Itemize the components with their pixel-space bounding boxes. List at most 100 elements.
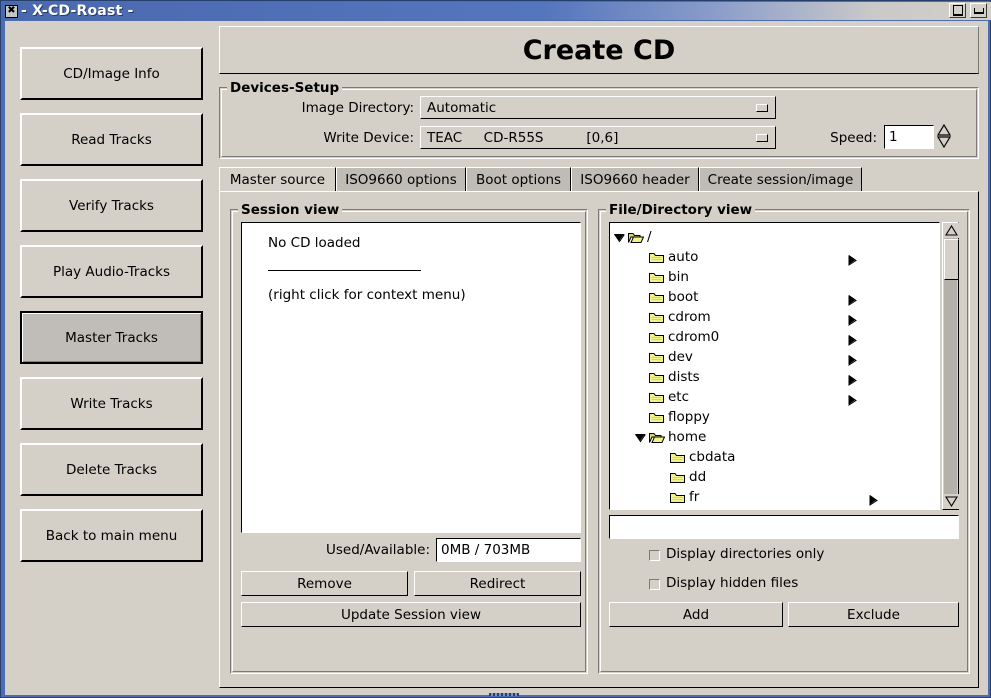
tab-create-session-image[interactable]: Create session/image bbox=[699, 167, 862, 192]
speed-stepper[interactable] bbox=[936, 124, 951, 149]
sidebar-item-verify-tracks[interactable]: Verify Tracks bbox=[20, 179, 203, 232]
close-x-icon[interactable]: ✖ bbox=[5, 4, 18, 18]
session-view-legend: Session view bbox=[238, 202, 343, 218]
tree-item[interactable]: / bbox=[614, 227, 939, 247]
tree-item[interactable]: auto bbox=[614, 247, 939, 267]
redirect-button[interactable]: Redirect bbox=[414, 571, 581, 596]
tree-item-label: dd bbox=[689, 469, 707, 485]
update-session-view-button[interactable]: Update Session view bbox=[241, 602, 581, 627]
add-button[interactable]: Add bbox=[609, 602, 783, 627]
write-device-dropdown[interactable]: TEAC CD-R55S [0,6] bbox=[420, 126, 776, 149]
display-hidden-files-checkbox[interactable] bbox=[649, 579, 660, 590]
speed-value: 1 bbox=[889, 129, 898, 145]
image-directory-label: Image Directory: bbox=[301, 100, 414, 116]
folder-icon bbox=[670, 491, 685, 503]
expander-empty bbox=[635, 412, 646, 423]
display-hidden-files-label[interactable]: Display hidden files bbox=[666, 575, 798, 591]
expander-right-icon[interactable] bbox=[847, 334, 858, 346]
tree-item[interactable]: cbdata bbox=[614, 447, 939, 467]
tree-item[interactable]: dd bbox=[614, 467, 939, 487]
scroll-up-arrow-icon[interactable] bbox=[944, 223, 959, 238]
speed-input[interactable]: 1 bbox=[884, 125, 934, 149]
image-directory-value: Automatic bbox=[427, 99, 497, 116]
resize-grip[interactable] bbox=[489, 693, 519, 696]
window-controls bbox=[949, 3, 987, 18]
sidebar-item-cd-image-info[interactable]: CD/Image Info bbox=[20, 47, 203, 100]
write-device-value: TEAC CD-R55S [0,6] bbox=[427, 129, 619, 146]
display-directories-only-checkbox[interactable] bbox=[649, 550, 660, 561]
folder-icon bbox=[649, 351, 664, 363]
sidebar-item-play-audio-tracks[interactable]: Play Audio-Tracks bbox=[20, 245, 203, 298]
devices-setup-legend: Devices-Setup bbox=[227, 80, 343, 96]
tree-item-label: / bbox=[647, 229, 652, 245]
tree-item[interactable]: dists bbox=[614, 367, 939, 387]
tree-item-label: auto bbox=[668, 249, 699, 265]
remove-button[interactable]: Remove bbox=[241, 571, 408, 596]
expander-right-icon[interactable] bbox=[847, 354, 858, 366]
folder-icon bbox=[670, 471, 685, 483]
folder-icon bbox=[649, 271, 664, 283]
tree-item[interactable]: cdrom bbox=[614, 307, 939, 327]
page-title: Create CD bbox=[219, 26, 979, 74]
tree-item-label: cdrom0 bbox=[668, 329, 720, 345]
session-list[interactable]: No CD loaded (right click for context me… bbox=[241, 222, 581, 533]
tree-scrollbar[interactable] bbox=[942, 222, 959, 510]
sidebar-item-master-tracks[interactable]: Master Tracks bbox=[20, 311, 203, 364]
sidebar-item-delete-tracks[interactable]: Delete Tracks bbox=[20, 443, 203, 496]
tab-iso9660-header[interactable]: ISO9660 header bbox=[571, 167, 699, 192]
folder-icon bbox=[649, 371, 664, 383]
scroll-down-arrow-icon[interactable] bbox=[944, 494, 959, 509]
image-directory-dropdown[interactable]: Automatic bbox=[420, 96, 776, 119]
directory-tree[interactable]: / auto bin boot cdrom cdrom0 dev dists etc floppy… bbox=[609, 222, 940, 510]
maximize-icon[interactable] bbox=[949, 3, 966, 18]
tree-item-label: dev bbox=[668, 349, 693, 365]
tree-item-label: dists bbox=[668, 369, 700, 385]
tab-boot-options[interactable]: Boot options bbox=[466, 167, 571, 192]
tree-item[interactable]: bin bbox=[614, 267, 939, 287]
tree-item-label: floppy bbox=[668, 409, 710, 425]
expander-right-icon[interactable] bbox=[847, 314, 858, 326]
folder-icon bbox=[649, 311, 664, 323]
expander-down-icon[interactable] bbox=[635, 432, 646, 443]
tree-item[interactable]: fr bbox=[614, 487, 939, 507]
expander-right-icon[interactable] bbox=[868, 494, 879, 506]
tree-item[interactable]: home bbox=[614, 427, 939, 447]
sidebar-item-read-tracks[interactable]: Read Tracks bbox=[20, 113, 203, 166]
tree-item[interactable]: dev bbox=[614, 347, 939, 367]
folder-icon bbox=[649, 391, 664, 403]
expander-down-icon[interactable] bbox=[614, 232, 625, 243]
tab-bar: Master source ISO9660 options Boot optio… bbox=[219, 167, 979, 192]
session-divider bbox=[268, 270, 421, 271]
expander-right-icon[interactable] bbox=[847, 254, 858, 266]
tab-master-source[interactable]: Master source bbox=[219, 167, 336, 192]
path-input[interactable] bbox=[609, 515, 959, 539]
write-device-label: Write Device: bbox=[323, 130, 414, 146]
folder-icon bbox=[649, 251, 664, 263]
spinner-arrows-icon bbox=[936, 124, 951, 148]
expander-right-icon[interactable] bbox=[847, 394, 858, 406]
tree-item[interactable]: floppy bbox=[614, 407, 939, 427]
sidebar-item-back-to-main-menu[interactable]: Back to main menu bbox=[20, 509, 203, 562]
folder-icon bbox=[649, 411, 664, 423]
tree-item[interactable]: etc bbox=[614, 387, 939, 407]
scroll-thumb[interactable] bbox=[944, 239, 959, 280]
tab-iso9660-options[interactable]: ISO9660 options bbox=[336, 167, 466, 192]
tree-item[interactable]: cdrom0 bbox=[614, 327, 939, 347]
window-title: - X-CD-Roast - bbox=[21, 3, 134, 19]
chevron-down-icon bbox=[756, 133, 768, 142]
sidebar-item-write-tracks[interactable]: Write Tracks bbox=[20, 377, 203, 430]
tab-panel-master-source: Session view No CD loaded (right click f… bbox=[219, 191, 979, 688]
tree-item[interactable]: boot bbox=[614, 287, 939, 307]
session-view-group: Session view No CD loaded (right click f… bbox=[230, 202, 588, 674]
expander-right-icon[interactable] bbox=[847, 294, 858, 306]
minimize-icon[interactable] bbox=[970, 3, 987, 18]
chevron-down-icon bbox=[756, 103, 768, 112]
expander-right-icon[interactable] bbox=[847, 374, 858, 386]
display-directories-only-label[interactable]: Display directories only bbox=[666, 546, 824, 562]
exclude-button[interactable]: Exclude bbox=[788, 602, 959, 627]
folder-icon bbox=[670, 451, 685, 463]
application-window: ✖ - X-CD-Roast - CD/Image Info Read Trac… bbox=[0, 0, 991, 698]
tree-item-label: etc bbox=[668, 389, 690, 405]
tree-item-label: home bbox=[668, 429, 707, 445]
folder-icon bbox=[649, 331, 664, 343]
